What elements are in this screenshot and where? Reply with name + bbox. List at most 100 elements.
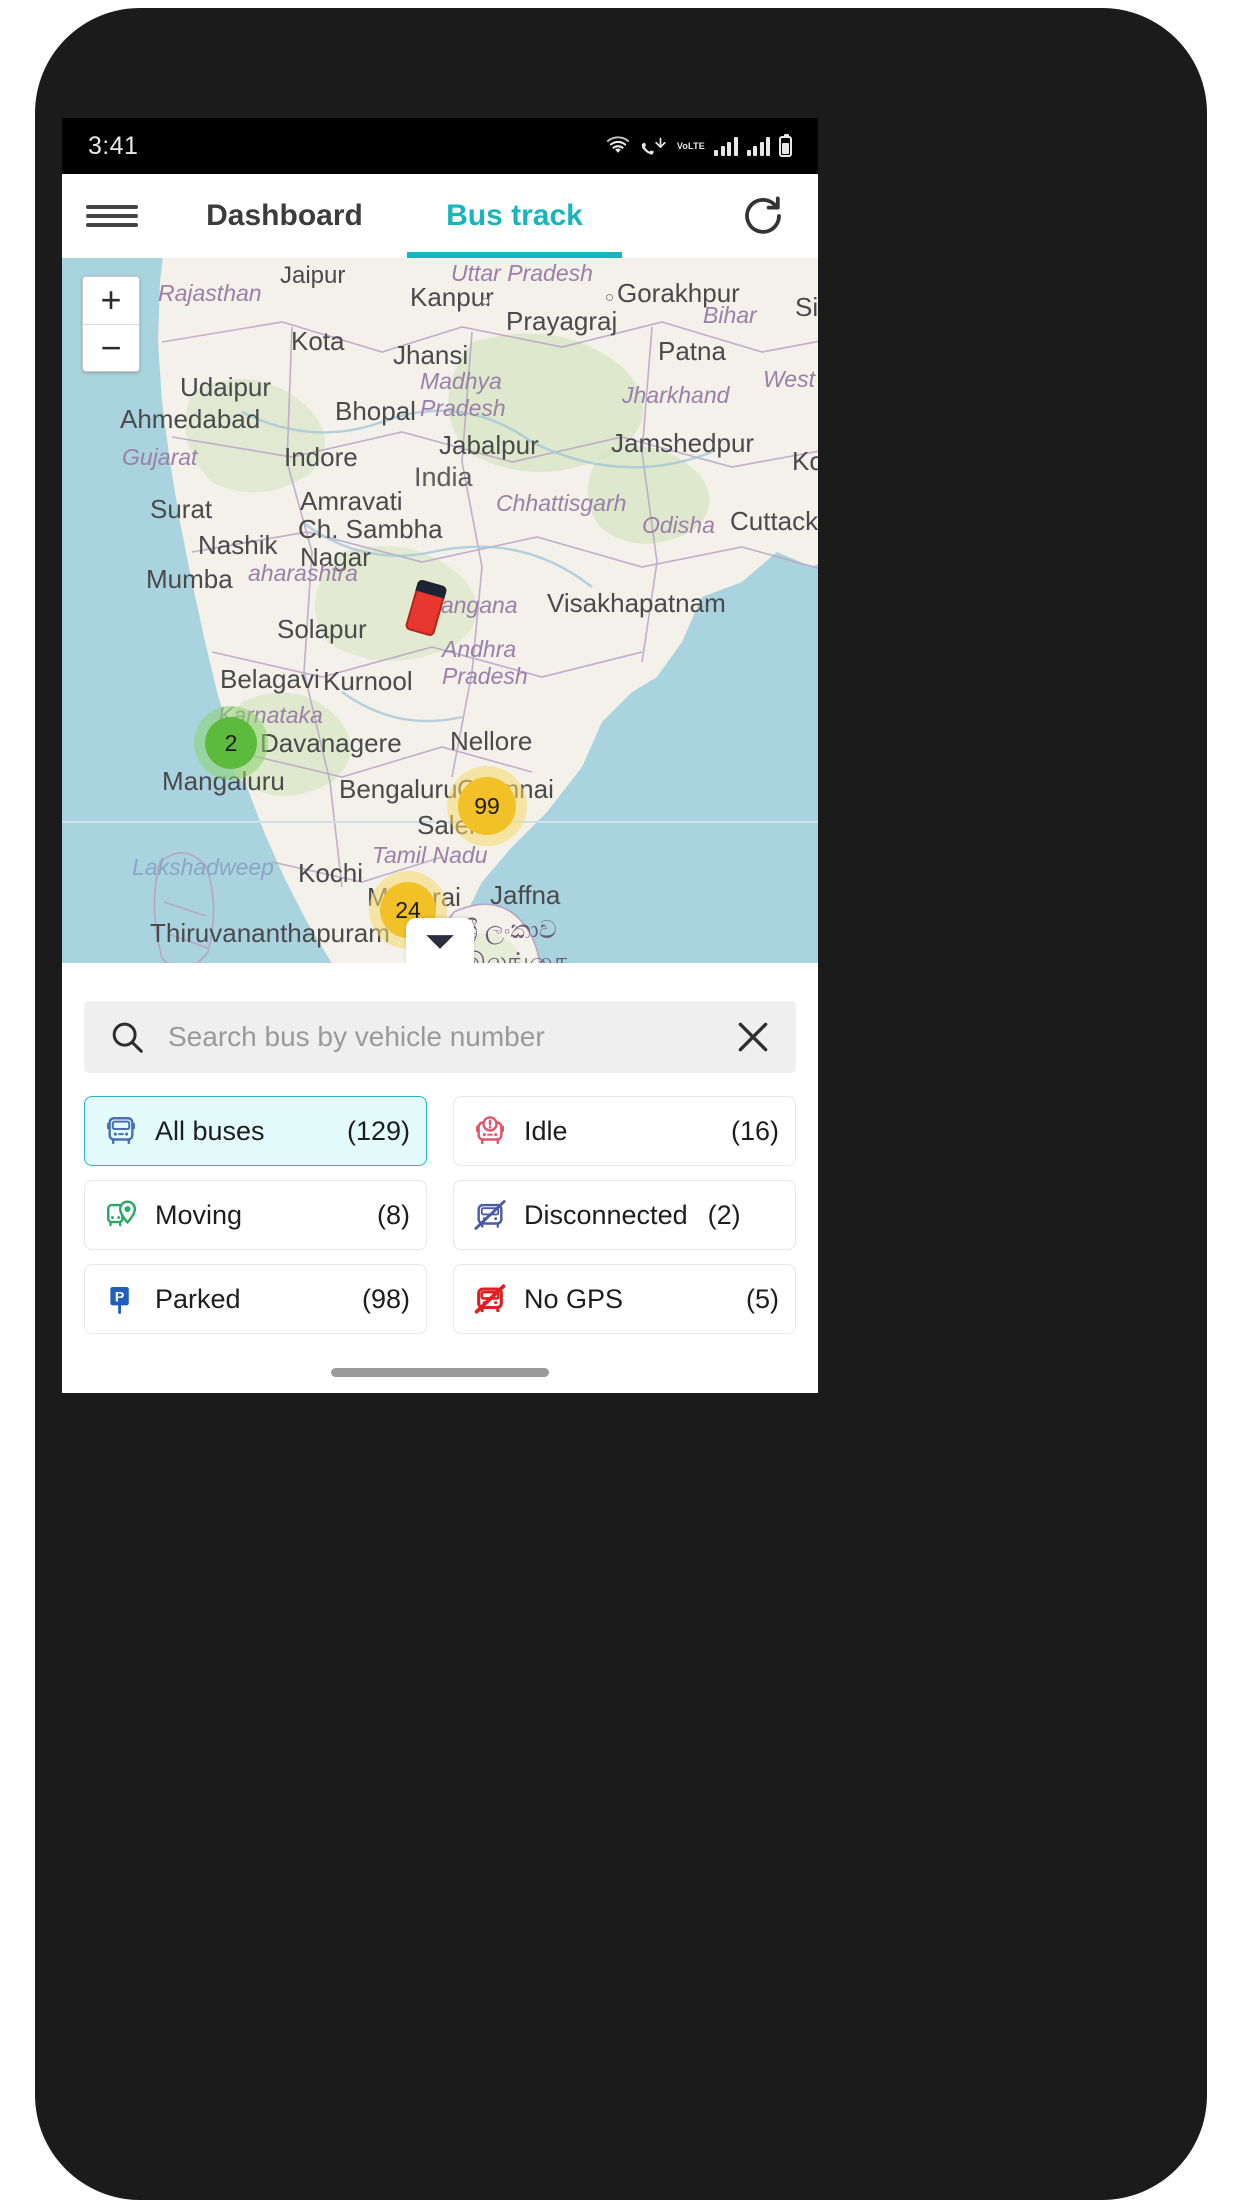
filter-label: Parked [155, 1283, 241, 1314]
map-label-maharashtra: aharashtra [248, 560, 358, 586]
home-indicator [331, 1368, 549, 1377]
filter-label: No GPS [524, 1283, 624, 1314]
map-label-jamshedpur: Jamshedpur [611, 428, 755, 458]
map-label-kanpur: Kanpur [410, 282, 494, 312]
bus-location-pin-icon [101, 1195, 141, 1235]
status-time: 3:41 [88, 131, 139, 160]
filter-count: (129) [346, 1115, 410, 1146]
map-label-cuttack: Cuttack [730, 506, 818, 536]
map-label-sri-lanka-sinhala: ශ්‍රී ලංකාව [460, 916, 557, 944]
map-label-kurnool: Kurnool [323, 666, 413, 696]
sheet-collapse-button[interactable] [406, 918, 474, 966]
map-dot [606, 294, 613, 301]
map-label-kota: Kota [291, 326, 345, 356]
tab-dashboard-label: Dashboard [206, 199, 363, 232]
status-icons: VoLTE [605, 133, 792, 157]
cluster-marker-parked-1[interactable]: 99 [447, 766, 527, 846]
filter-label: Moving [155, 1199, 243, 1230]
map-label-siliguri: Siliguri [795, 292, 818, 322]
map-label-visakhapatnam: Visakhapatnam [547, 588, 726, 618]
map-label-sambhajinagar: Ch. Sambha [298, 514, 443, 544]
filter-count: (8) [377, 1199, 410, 1230]
bus-no-gps-icon [470, 1279, 510, 1319]
map-label-jabalpur: Jabalpur [439, 430, 539, 460]
refresh-glyph [745, 196, 781, 234]
zoom-out-button[interactable]: − [83, 324, 139, 371]
map-label-andhra-pradesh: Andhra Pradesh [442, 636, 528, 689]
wifi-icon [606, 136, 629, 153]
filter-all-buses[interactable]: All buses (129) [84, 1096, 427, 1166]
hamburger-menu-icon[interactable] [62, 174, 162, 258]
bus-icon [101, 1111, 141, 1151]
map-label-prayagraj: Prayagraj [506, 306, 618, 336]
filter-count: (98) [361, 1283, 410, 1314]
map-zoom-controls[interactable]: + − [82, 276, 140, 372]
missed-call-icon [641, 137, 666, 155]
filter-idle[interactable]: Idle (16) [453, 1096, 796, 1166]
bus-disconnected-icon [470, 1195, 510, 1235]
filter-parked[interactable]: P Parked (98) [84, 1264, 427, 1334]
tab-bus-track-label: Bus track [446, 199, 583, 232]
filter-disconnected[interactable]: Disconnected (2) [453, 1180, 796, 1250]
map-label-jhansi: Jhansi [393, 340, 469, 370]
map-label-madhya-pradesh: Madhya Pradesh [420, 368, 506, 421]
map-label-indore: Indore [284, 442, 358, 472]
search-input[interactable] [168, 1021, 734, 1053]
map-label-west-bengal: West Bengal [763, 366, 818, 392]
map-label-rajasthan: Rajasthan [158, 280, 262, 306]
tab-bus-track[interactable]: Bus track [407, 174, 622, 258]
map-label-bhopal: Bhopal [335, 396, 416, 426]
map-label-tamil-nadu: Tamil Nadu [372, 842, 488, 868]
map-label-gujarat: Gujarat [122, 444, 198, 470]
svg-text:P: P [115, 1289, 124, 1305]
map-label-davanagere: Davanagere [260, 728, 402, 758]
map-label-amravati: Amravati [300, 486, 403, 516]
cluster-marker-moving[interactable]: 2 [194, 706, 268, 780]
cluster-count: 2 [224, 729, 238, 756]
filter-moving[interactable]: Moving (8) [84, 1180, 427, 1250]
map-label-patna: Patna [658, 336, 726, 366]
map-label-odisha: Odisha [642, 512, 715, 538]
zoom-in-button[interactable]: + [83, 277, 139, 324]
map-label-solapur: Solapur [277, 614, 367, 644]
map-label-ahmedabad: Ahmedabad [120, 404, 261, 434]
bottom-sheet: All buses (129) [62, 963, 818, 1393]
map-label-kochi: Kochi [298, 858, 364, 888]
filter-no-gps[interactable]: No GPS (5) [453, 1264, 796, 1334]
bus-idle-icon [470, 1111, 510, 1151]
search-bar[interactable] [84, 1001, 796, 1073]
map-label-bihar: Bihar [703, 302, 757, 328]
filter-label: Disconnected [524, 1199, 688, 1230]
cluster-count: 99 [474, 792, 500, 819]
chevron-down-icon [426, 935, 454, 949]
map-label-sri-lanka-tamil: இலங்கை [462, 948, 569, 963]
signal-bars-sim2-icon [746, 136, 770, 156]
map-label-kolkata: Kolkata [792, 446, 818, 476]
search-icon [112, 1022, 143, 1053]
map-view[interactable]: Jaipur Uttar Pradesh Rajasthan Kanpur Go… [62, 258, 818, 963]
menu-bars [86, 200, 138, 232]
map-label-surat: Surat [150, 494, 213, 524]
filter-grid: All buses (129) Idle (16) Moving (8) Dis… [84, 1096, 796, 1334]
map-label-jaipur: Jaipur [280, 262, 346, 289]
app-screen: 3:41 VoLTE Dashboard Bus track Jaipur Ut… [62, 118, 818, 1393]
filter-label: All buses [155, 1115, 265, 1146]
map-label-bengaluru: Bengaluru [339, 774, 458, 804]
map-label-lakshadweep: Lakshadweep [132, 854, 274, 880]
filter-count: (5) [746, 1283, 779, 1314]
map-label-chhattisgarh: Chhattisgarh [496, 490, 627, 516]
tab-dashboard[interactable]: Dashboard [162, 174, 407, 258]
refresh-icon[interactable] [708, 174, 818, 258]
map-label-jaffna: Jaffna [490, 880, 561, 910]
filter-label: Idle [524, 1115, 568, 1146]
map-label-mumbai: Mumba [146, 564, 233, 594]
map-label-nellore: Nellore [450, 726, 533, 756]
map-label-udaipur: Udaipur [180, 372, 272, 402]
filter-count: (2) [707, 1199, 741, 1230]
volte-icon: VoLTE [676, 140, 705, 151]
map-dot [482, 298, 489, 305]
map-label-jharkhand: Jharkhand [622, 382, 730, 408]
signal-bars-sim1-icon [714, 136, 738, 156]
close-icon[interactable] [734, 1018, 772, 1056]
map-label-belagavi: Belagavi [220, 664, 320, 694]
